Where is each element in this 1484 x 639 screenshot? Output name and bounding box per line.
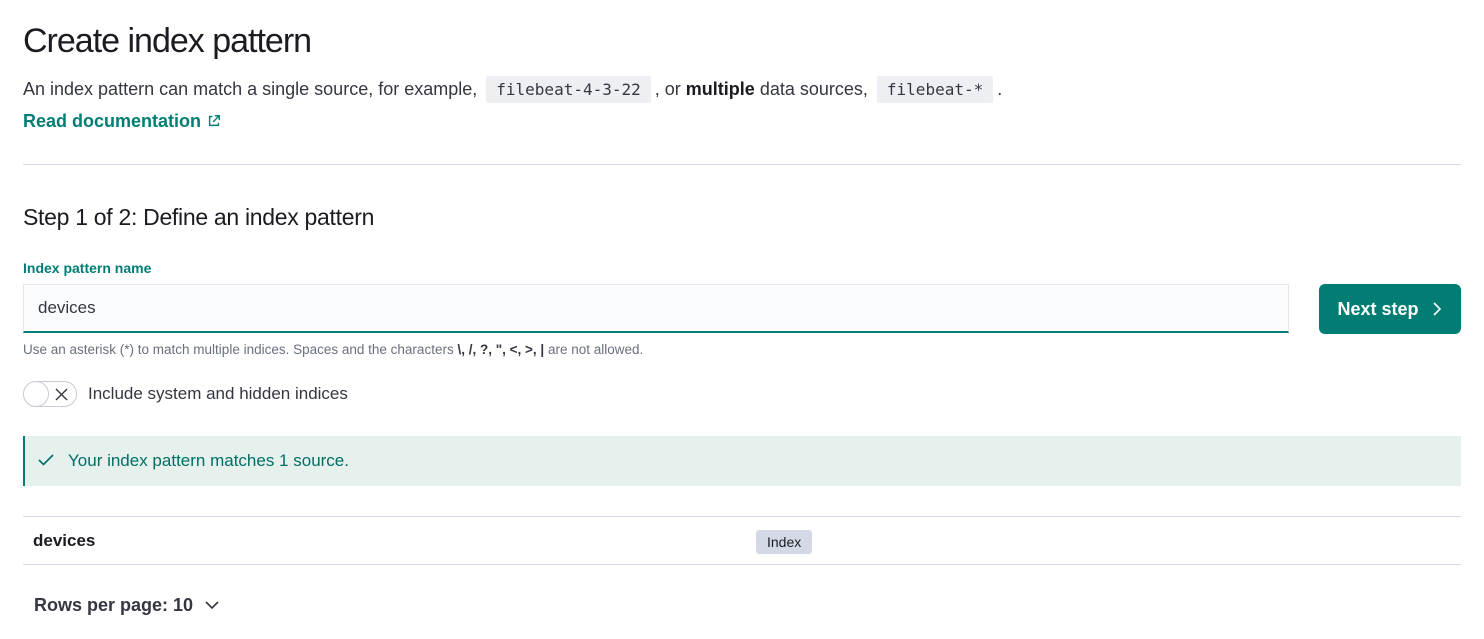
example-multiple-sources: filebeat-* <box>876 76 994 103</box>
table-bottom-divider <box>23 564 1461 565</box>
create-index-pattern-page: Create index pattern An index pattern ca… <box>0 0 1484 639</box>
help-suffix: are not allowed. <box>547 342 644 357</box>
rows-per-page-button[interactable]: Rows per page: 10 <box>34 594 219 616</box>
index-pattern-name-label: Index pattern name <box>23 260 152 276</box>
header-divider <box>23 164 1461 165</box>
match-callout: Your index pattern matches 1 source. <box>23 436 1461 486</box>
intro-bold: multiple <box>685 79 755 99</box>
intro-text: An index pattern can match a single sour… <box>23 74 1002 105</box>
index-pattern-help-text: Use an asterisk (*) to match multiple in… <box>23 341 643 359</box>
intro-part-3: data sources, <box>759 79 868 99</box>
include-system-indices-toggle[interactable] <box>23 381 77 407</box>
cross-icon <box>55 388 68 401</box>
toggle-knob <box>23 381 49 407</box>
doc-link-label: Read documentation <box>23 111 202 131</box>
include-system-indices-label[interactable]: Include system and hidden indices <box>88 383 348 405</box>
rows-per-page-label: Rows per page: 10 <box>34 595 194 615</box>
index-pattern-name-input[interactable] <box>24 285 1288 331</box>
match-callout-message: Your index pattern matches 1 source. <box>68 451 349 470</box>
intro-part-1: An index pattern can match a single sour… <box>23 79 478 99</box>
next-step-label: Next step <box>1337 298 1419 319</box>
intro-part-2: , or <box>654 79 681 99</box>
example-single-source: filebeat-4-3-22 <box>486 76 651 103</box>
table-top-divider <box>23 516 1461 517</box>
chevron-down-icon <box>205 600 219 609</box>
page-title: Create index pattern <box>23 22 312 60</box>
help-disallowed-chars: \, /, ?, ", <, >, | <box>457 342 545 357</box>
index-name-cell: devices <box>33 531 96 550</box>
external-link-icon <box>208 115 220 127</box>
intro-part-4: . <box>997 79 1003 99</box>
chevron-right-icon <box>1432 302 1441 316</box>
check-icon <box>38 454 54 466</box>
help-prefix: Use an asterisk (*) to match multiple in… <box>23 342 454 357</box>
read-documentation-link[interactable]: Read documentation <box>23 108 221 134</box>
index-type-badge: Index <box>756 530 813 554</box>
index-pattern-name-field <box>23 284 1289 333</box>
next-step-button[interactable]: Next step <box>1319 284 1461 334</box>
step-title: Step 1 of 2: Define an index pattern <box>23 204 375 230</box>
